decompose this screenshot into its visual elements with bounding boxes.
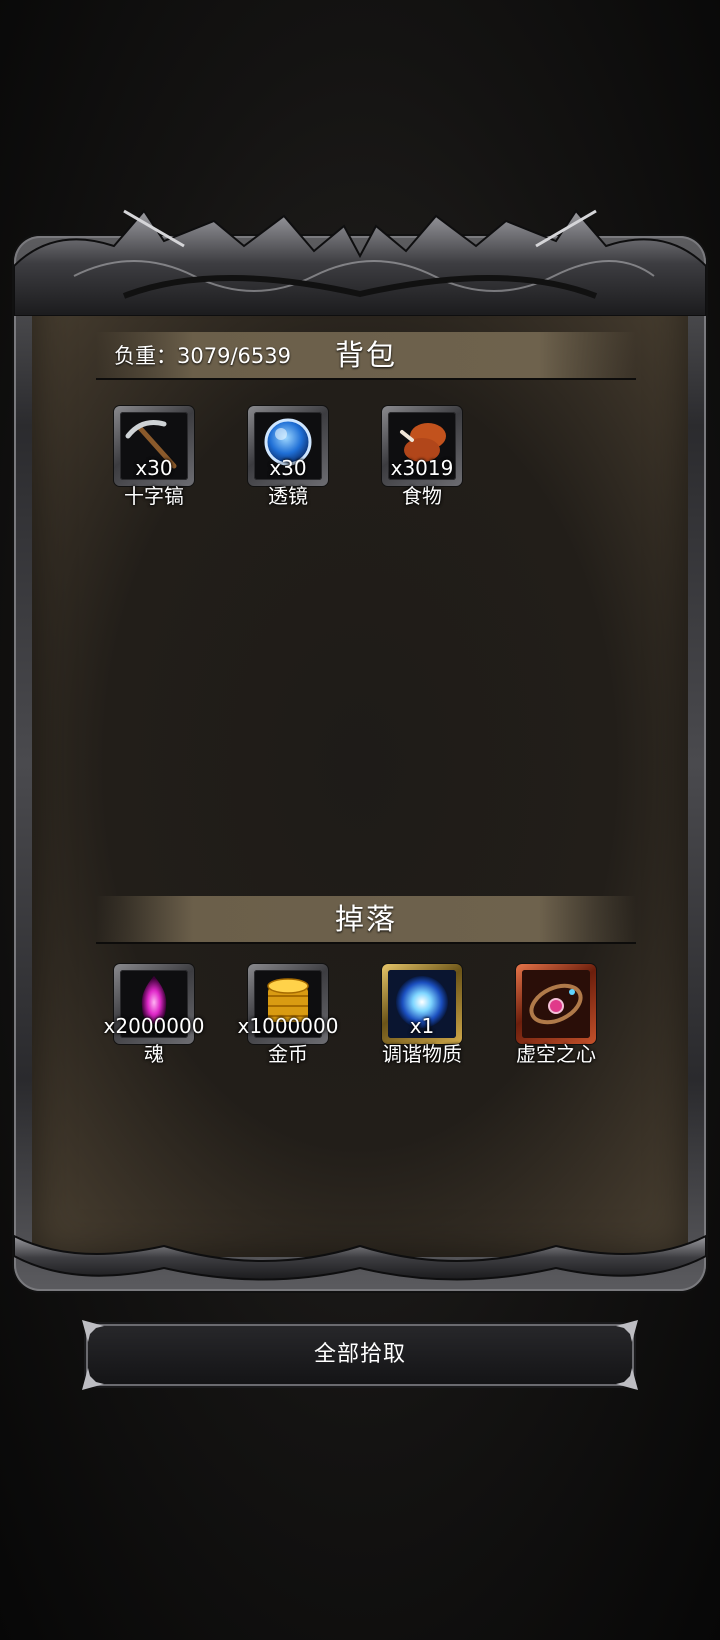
loot-panel: 负重：3079/6539 背包 x30 十字镐 x30 透镜 x3019 食物 … — [14, 206, 706, 1291]
item-quantity: x30 — [269, 456, 307, 480]
void-heart-icon — [522, 970, 590, 1038]
item-name: 魂 — [144, 1042, 164, 1066]
item-quantity: x3019 — [390, 456, 454, 480]
drop-item-gold[interactable]: x1000000 金币 — [238, 964, 338, 1074]
item-name: 调谐物质 — [382, 1042, 462, 1066]
item-quantity: x1000000 — [237, 1014, 339, 1038]
item-name: 金币 — [268, 1042, 308, 1066]
inventory-item-lens[interactable]: x30 透镜 — [244, 406, 332, 516]
ornate-crest-decoration — [14, 209, 706, 316]
drops-header: 掉落 — [96, 896, 636, 944]
item-name: 食物 — [402, 484, 442, 508]
item-name: 十字镐 — [124, 484, 184, 508]
inventory-header: 负重：3079/6539 背包 — [96, 332, 636, 380]
inventory-item-food[interactable]: x3019 食物 — [378, 406, 466, 516]
inventory-title: 背包 — [334, 338, 397, 372]
item-quantity: x30 — [135, 456, 173, 480]
item-name: 透镜 — [268, 484, 308, 508]
item-quantity: x1 — [409, 1014, 435, 1038]
drops-title: 掉落 — [334, 902, 397, 936]
inventory-item-pickaxe[interactable]: x30 十字镐 — [110, 406, 198, 516]
pickup-all-label: 全部拾取 — [313, 1342, 406, 1367]
drop-item-soul[interactable]: x2000000 魂 — [104, 964, 204, 1074]
drop-item-void-heart[interactable]: 虚空之心 — [512, 964, 600, 1074]
item-quantity: x2000000 — [103, 1014, 205, 1038]
ornate-bottom-decoration — [14, 1234, 706, 1281]
pickup-all-button[interactable]: 全部拾取 — [82, 1320, 638, 1390]
drop-item-harmony-matter[interactable]: x1 调谐物质 — [378, 964, 466, 1074]
item-name: 虚空之心 — [516, 1042, 596, 1066]
